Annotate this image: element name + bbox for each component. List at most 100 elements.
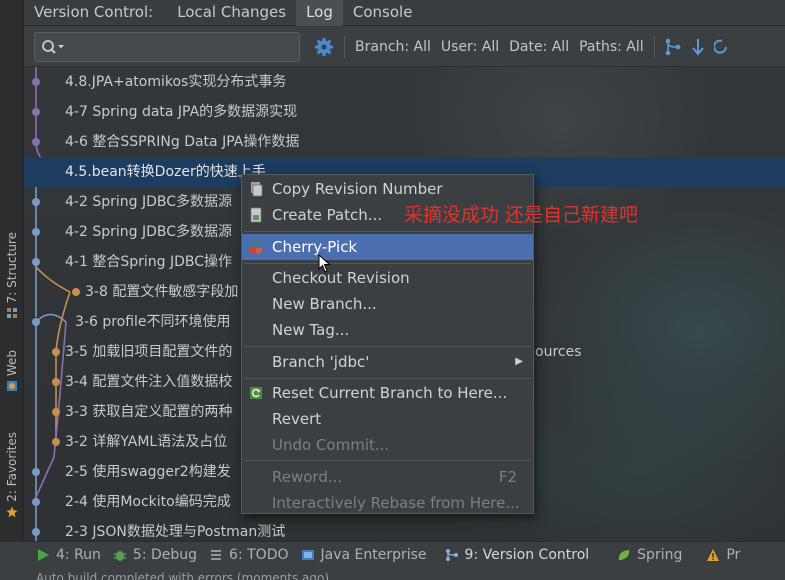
- run-tool-button[interactable]: 4: Run: [36, 547, 101, 563]
- warning-icon: [707, 549, 720, 561]
- problems-tool-button[interactable]: Pr: [706, 547, 740, 563]
- commit-message: 4-6 整合SSPRINg Data JPA操作数据: [65, 134, 300, 150]
- menu-item-label: New Tag...: [272, 321, 350, 339]
- menu-item-undo-commit: Undo Commit...: [242, 432, 533, 458]
- commit-message: 4.5.bean转换Dozer的快速上手: [65, 164, 266, 180]
- cherry-icon: [249, 240, 263, 254]
- problems-tool-label: Pr: [726, 547, 741, 563]
- reset-icon: [250, 387, 262, 399]
- tab-log[interactable]: Log: [296, 0, 343, 26]
- menu-item-label: New Branch...: [272, 295, 377, 313]
- java-enterprise-tool-label: Java Enterprise: [320, 547, 427, 563]
- commit-message: 4-2 Spring JDBC多数据源: [65, 224, 232, 240]
- menu-item-new-tag[interactable]: New Tag...: [242, 317, 533, 343]
- menu-item-checkout-revision[interactable]: Checkout Revision: [242, 265, 533, 291]
- spring-tool-button[interactable]: Spring: [617, 547, 682, 563]
- menu-separator: [244, 460, 531, 461]
- web-tool-tab[interactable]: Web: [1, 350, 23, 392]
- web-tab-label: Web: [5, 350, 19, 377]
- toolbar-separator: [653, 35, 655, 58]
- menu-separator: [244, 378, 531, 379]
- menu-separator: [244, 263, 531, 264]
- menu-item-label: Revert: [272, 410, 322, 428]
- status-text: Auto build completed with errors (moment…: [36, 571, 330, 580]
- commit-message: 4-7 Spring data JPA的多数据源实现: [65, 104, 298, 120]
- web-icon: [7, 381, 17, 392]
- settings-gear-icon[interactable]: [314, 37, 334, 57]
- menu-item-label: Cherry-Pick: [272, 238, 358, 256]
- menu-item-label: Copy Revision Number: [272, 180, 443, 198]
- user-filter[interactable]: User: All: [441, 39, 499, 55]
- structure-tool-tab[interactable]: 7: Structure: [1, 232, 23, 319]
- menu-item-label: Reword...: [272, 468, 343, 486]
- run-icon: [38, 549, 49, 561]
- menu-item-label: Branch 'jdbc': [272, 353, 370, 371]
- spring-icon: [619, 550, 630, 560]
- commit-row[interactable]: 4.8.JPA+atomikos实现分布式事务: [24, 67, 785, 97]
- menu-item-label: Checkout Revision: [272, 269, 410, 287]
- menu-item-cherry-pick[interactable]: Cherry-Pick: [242, 234, 533, 260]
- paths-filter[interactable]: Paths: All: [579, 39, 644, 55]
- favorites-tool-tab[interactable]: 2: Favorites: [1, 432, 23, 518]
- star-icon: [6, 506, 18, 517]
- commit-message: 4-1 整合Spring JDBC操作: [65, 254, 232, 270]
- branch-graph-icon[interactable]: [664, 37, 682, 57]
- debug-tool-label: 5: Debug: [132, 547, 198, 563]
- menu-item-label: Interactively Rebase from Here...: [272, 494, 520, 512]
- version-control-tab-bar: Version Control: Local Changes Log Conso…: [24, 0, 785, 26]
- search-input[interactable]: [34, 31, 300, 62]
- structure-tab-label: 7: Structure: [5, 232, 19, 304]
- commit-message: 4.8.JPA+atomikos实现分布式事务: [65, 74, 287, 90]
- submenu-arrow-icon: ▶: [515, 356, 523, 367]
- red-annotation-text: 采摘没成功 还是自己新建吧: [404, 204, 639, 226]
- menu-item-reset-current-branch[interactable]: Reset Current Branch to Here...: [242, 380, 533, 406]
- version-control-title: Version Control:: [34, 2, 154, 21]
- commit-message: 4-2 Spring JDBC多数据源: [65, 194, 232, 210]
- commit-message: 2-4 使用Mockito编码完成: [65, 494, 231, 510]
- commit-message: 3-5 加载旧项目配置文件的: [65, 344, 233, 360]
- refresh-icon[interactable]: [713, 38, 728, 56]
- debug-tool-button[interactable]: 5: Debug: [113, 547, 197, 563]
- todo-icon: [211, 550, 222, 560]
- commit-message: 3-2 详解YAML语法及占位: [65, 434, 228, 450]
- date-filter[interactable]: Date: All: [509, 39, 569, 55]
- favorites-tab-label: 2: Favorites: [5, 432, 19, 502]
- bottom-tool-window-bar: 4: Run 5: Debug 6: TODO Java Enterprise …: [0, 541, 785, 568]
- debug-icon: [113, 551, 126, 561]
- todo-tool-label: 6: TODO: [229, 547, 289, 563]
- menu-item-reword: Reword... F2: [242, 464, 533, 490]
- menu-item-revert[interactable]: Revert: [242, 406, 533, 432]
- commit-row[interactable]: 4-6 整合SSPRINg Data JPA操作数据: [24, 127, 785, 157]
- menu-item-label: Reset Current Branch to Here...: [272, 384, 508, 402]
- tab-local-changes[interactable]: Local Changes: [167, 0, 296, 26]
- commit-row[interactable]: 4-7 Spring data JPA的多数据源实现: [24, 97, 785, 127]
- commit-message: 3-3 获取自定义配置的两种: [65, 404, 233, 420]
- menu-item-label: Create Patch...: [272, 206, 383, 224]
- commit-message: 3-4 配置文件注入值数据校: [65, 374, 233, 390]
- menu-item-copy-revision-number[interactable]: Copy Revision Number: [242, 176, 533, 202]
- java-enterprise-tool-button[interactable]: Java Enterprise: [301, 547, 427, 563]
- toolbar-separator: [344, 35, 345, 58]
- commit-message: 3-8 配置文件敏感字段加: [85, 284, 239, 300]
- java-enterprise-icon: [301, 550, 314, 560]
- version-control-tool-button[interactable]: 9: Version Control: [445, 547, 589, 563]
- menu-item-interactive-rebase: Interactively Rebase from Here...: [242, 490, 533, 516]
- branch-filter[interactable]: Branch: All: [355, 39, 431, 55]
- patch-icon: [250, 207, 262, 223]
- version-control-icon: [445, 549, 458, 561]
- arrow-down-icon[interactable]: [691, 38, 705, 56]
- todo-tool-button[interactable]: 6: TODO: [209, 547, 289, 563]
- log-toolbar: Branch: All User: All Date: All Paths: A…: [24, 27, 785, 67]
- left-tool-strip: 7: Structure Web 2: Favorites: [0, 0, 24, 580]
- menu-separator: [244, 346, 531, 347]
- tab-console[interactable]: Console: [343, 0, 423, 26]
- commit-message-tail: ources: [535, 344, 582, 360]
- menu-separator: [244, 231, 531, 232]
- menu-item-branch-jdbc[interactable]: Branch 'jdbc' ▶: [242, 349, 533, 375]
- mouse-cursor-icon: [318, 254, 331, 273]
- commit-message: 3-6 profile不同环境使用: [75, 314, 231, 330]
- menu-item-new-branch[interactable]: New Branch...: [242, 291, 533, 317]
- structure-icon: [7, 308, 17, 319]
- menu-item-shortcut: F2: [498, 468, 517, 486]
- search-icon: [42, 39, 64, 54]
